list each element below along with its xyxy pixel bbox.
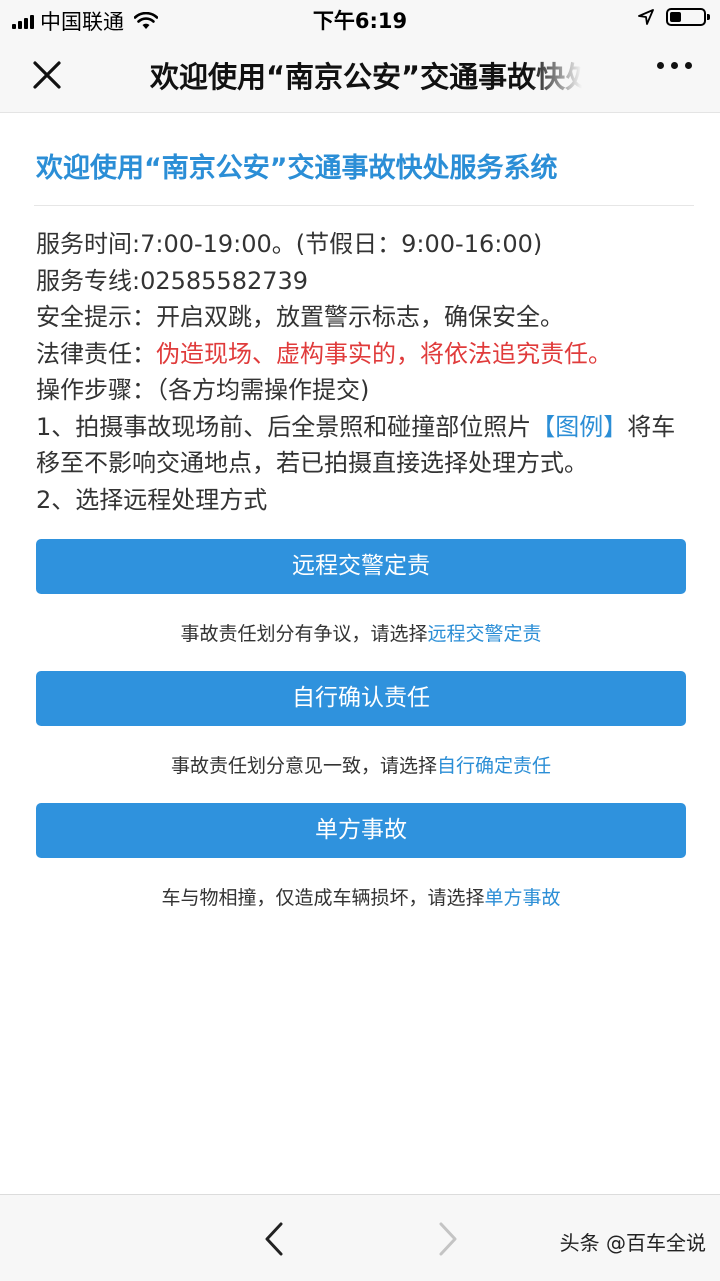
single-accident-hint: 车与物相撞，仅造成车辆损坏，请选择单方事故 [36,882,686,914]
step-1-text: 1、拍摄事故现场前、后全景照和碰撞部位照片 [36,412,532,441]
more-icon[interactable] [657,62,692,69]
remote-police-hint: 事故责任划分有争议，请选择远程交警定责 [36,618,686,650]
status-bar: 中国联通 下午6:19 [0,0,720,36]
bottom-toolbar: 头条 @百车全说 [0,1194,720,1281]
chevron-right-icon [439,1222,457,1256]
location-icon [638,9,654,25]
service-hours: 服务时间:7:00-19:00。(节假日：9:00-16:00) [36,230,543,258]
legal-label: 法律责任： [36,339,156,368]
close-icon[interactable] [30,58,64,92]
self-confirm-button[interactable]: 自行确认责任 [36,671,686,726]
status-time: 下午6:19 [312,9,408,33]
hint-text: 车与物相撞，仅造成车辆损坏，请选择 [161,887,485,909]
service-info: 服务时间:7:00-19:00。(节假日：9:00-16:00) 服务专线:02… [36,226,686,518]
title-divider [34,205,694,206]
step-2: 2、选择远程处理方式 [36,485,268,514]
hint-link[interactable]: 单方事故 [485,887,561,909]
status-right [638,8,710,26]
safety-tip: 安全提示：开启双跳，放置警示标志，确保安全。 [36,303,564,331]
single-accident-button[interactable]: 单方事故 [36,803,686,858]
main-content: 欢迎使用“南京公安”交通事故快处服务系统 服务时间:7:00-19:00。(节假… [34,112,694,914]
hint-text: 事故责任划分有争议，请选择 [180,623,428,645]
hint-link[interactable]: 远程交警定责 [428,623,542,645]
chevron-left-icon[interactable] [262,1221,286,1257]
nav-bar: 欢迎使用“南京公安”交通事故快处服务系统 [0,36,720,113]
steps-label: 操作步骤：（各方均需操作提交) [36,376,370,404]
battery-level [670,12,681,22]
example-link[interactable]: 【图例】 [531,413,627,441]
nav-title: 欢迎使用“南京公安”交通事故快处服务系统 [150,60,582,94]
page-title: 欢迎使用“南京公安”交通事故快处服务系统 [36,153,558,184]
hint-link[interactable]: 自行确定责任 [437,755,551,777]
hint-text: 事故责任划分意见一致，请选择 [170,755,437,777]
legal-line: 法律责任：伪造现场、虚构事实的，将依法追究责任。 [36,336,686,373]
remote-police-button[interactable]: 远程交警定责 [36,539,686,594]
legal-warning: 伪造现场、虚构事实的，将依法追究责任。 [156,339,612,368]
service-hotline: 服务专线:02585582739 [36,266,309,295]
self-confirm-hint: 事故责任划分意见一致，请选择自行确定责任 [36,750,686,782]
watermark: 头条 @百车全说 [559,1231,706,1255]
step-1: 1、拍摄事故现场前、后全景照和碰撞部位照片【图例】将车移至不影响交通地点，若已拍… [36,409,686,482]
battery-icon [666,8,710,26]
